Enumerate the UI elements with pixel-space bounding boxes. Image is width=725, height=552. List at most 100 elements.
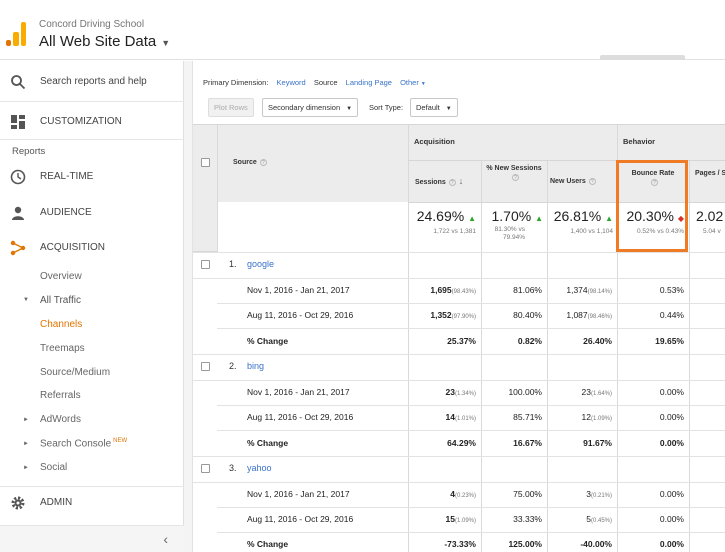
cell-bounce-rate-change: 19.65% <box>655 336 684 346</box>
sidebar-item-search-console[interactable]: Search Console NEW <box>40 438 127 449</box>
summary-sessions: 24.69% ▲ <box>408 208 476 224</box>
row-checkbox[interactable] <box>201 260 210 269</box>
cell-bounce-rate: 0.00% <box>659 489 684 499</box>
cell-new-sessions-change: 125.00% <box>508 539 542 549</box>
dashboard-icon <box>11 115 25 129</box>
cell-sessions-change: 64.29% <box>447 438 476 448</box>
cell-percent: (98.46%) <box>587 314 612 320</box>
search-icon <box>11 75 26 90</box>
plot-rows-button[interactable]: Plot Rows <box>208 98 254 117</box>
cell-new-sessions: 100.00% <box>508 387 542 397</box>
secondary-dimension-dropdown[interactable]: Secondary dimension ▼ <box>262 98 359 117</box>
caret-right-icon: ► <box>23 465 29 471</box>
dimension-landing-page-link[interactable]: Landing Page <box>346 78 392 87</box>
cell-percent: (0.21%) <box>590 493 612 499</box>
cell-percent: (1.34%) <box>454 391 476 397</box>
dimension-source-current: Source <box>313 78 338 87</box>
data-table: Source? Acquisition Behavior Sessions? ↓ … <box>193 124 725 552</box>
cell-percent: (0.45%) <box>590 518 612 524</box>
sidebar-collapse-button[interactable]: ‹ <box>0 525 184 552</box>
sidebar-item-treemaps[interactable]: Treemaps <box>40 343 85 354</box>
sidebar-item-adwords[interactable]: AdWords <box>40 414 81 425</box>
cell-value: 1,695 <box>430 285 452 295</box>
sidebar-item-all-traffic[interactable]: All Traffic <box>40 295 81 306</box>
gear-icon <box>11 496 25 510</box>
property-selector[interactable]: All Web Site Data ▼ <box>39 33 170 50</box>
primary-dimension-bar: Primary Dimension: Keyword Source Landin… <box>203 78 426 87</box>
cell-value: 15 <box>445 514 455 524</box>
sidebar-item-referrals[interactable]: Referrals <box>40 390 81 401</box>
sidebar-item-channels[interactable]: Channels <box>40 319 82 330</box>
dimension-keyword-link[interactable]: Keyword <box>277 78 306 87</box>
column-header-pages-session[interactable]: Pages / Session <box>695 169 725 178</box>
percent-change-label: % Change <box>247 438 289 448</box>
help-icon[interactable]: ? <box>259 158 267 166</box>
select-all-checkbox[interactable] <box>201 158 210 167</box>
summary-value: 24.69% <box>416 208 465 224</box>
chevron-left-icon: ‹ <box>163 531 168 547</box>
sidebar-item-admin[interactable]: ADMIN <box>0 494 184 512</box>
sidebar-item-realtime[interactable]: REAL-TIME <box>0 168 184 186</box>
column-header-source[interactable]: Source? <box>233 158 267 167</box>
search-reports-placeholder: Search reports and help <box>40 76 147 87</box>
cell-sessions: 4(0.23%) <box>408 489 476 499</box>
cell-sessions-change: 25.37% <box>447 336 476 346</box>
arrow-up-icon: ▲ <box>468 214 476 223</box>
sidebar-item-label: AUDIENCE <box>40 207 92 218</box>
row-index: 1. <box>229 259 237 269</box>
cell-bounce-rate: 0.53% <box>659 285 684 295</box>
sidebar-item-audience[interactable]: AUDIENCE <box>0 204 184 222</box>
sidebar-item-acquisition[interactable]: ACQUISITION <box>0 239 184 257</box>
cell-sessions: 1,352(97.90%) <box>408 310 476 320</box>
caret-down-icon: ▼ <box>161 38 171 48</box>
column-header-new-users[interactable]: New Users? <box>550 177 596 186</box>
date-range-label: Nov 1, 2016 - Jan 21, 2017 <box>247 285 350 295</box>
help-icon[interactable]: ? <box>448 178 456 186</box>
source-link-bing[interactable]: bing <box>247 361 264 371</box>
sort-type-value: Default <box>416 103 440 112</box>
column-header-label: Sessions <box>415 179 446 186</box>
source-link-google[interactable]: google <box>247 259 274 269</box>
cell-percent: (0.23%) <box>454 493 476 499</box>
summary-sessions-compare: 1,722 vs 1,381 <box>433 228 476 235</box>
cell-percent: (1.09%) <box>454 518 476 524</box>
column-header-new-sessions[interactable]: % New Sessions? <box>486 164 542 182</box>
cell-bounce-rate-change: 0.00% <box>659 539 684 549</box>
sort-type-dropdown[interactable]: Default ▼ <box>410 98 458 117</box>
cell-percent: (97.90%) <box>451 314 476 320</box>
date-range-label: Aug 11, 2016 - Oct 29, 2016 <box>247 514 354 524</box>
cell-new-users: 23(1.64%) <box>547 387 612 397</box>
sidebar-search[interactable]: Search reports and help <box>0 73 184 91</box>
source-link-yahoo[interactable]: yahoo <box>247 463 272 473</box>
percent-change-label: % Change <box>247 336 289 346</box>
cell-value: 1,374 <box>566 285 588 295</box>
sidebar-item-overview[interactable]: Overview <box>40 271 82 282</box>
cell-sessions-change: -73.33% <box>444 539 476 549</box>
sidebar-item-customization[interactable]: CUSTOMIZATION <box>0 113 184 131</box>
cell-percent: (1.01%) <box>454 416 476 422</box>
dimension-other-dropdown[interactable]: Other ▼ <box>400 78 426 87</box>
sidebar-scrollbar[interactable] <box>184 61 193 552</box>
cell-new-users: 3(0.21%) <box>547 489 612 499</box>
summary-pages-session-compare: 5.04 v <box>703 228 721 235</box>
sidebar-item-social[interactable]: Social <box>40 462 67 473</box>
caret-down-icon: ▼ <box>420 81 426 87</box>
analytics-logo-icon[interactable] <box>6 22 26 46</box>
cell-bounce-rate: 0.00% <box>659 514 684 524</box>
help-icon[interactable]: ? <box>512 173 519 181</box>
group-header-behavior: Behavior <box>623 137 656 146</box>
row-checkbox[interactable] <box>201 464 210 473</box>
sidebar-item-label: Search Console <box>40 438 112 450</box>
cell-sessions: 14(1.01%) <box>408 412 476 422</box>
sidebar-item-label: ADMIN <box>40 497 73 508</box>
cell-new-sessions: 81.06% <box>513 285 542 295</box>
sidebar-item-source-medium[interactable]: Source/Medium <box>40 367 110 378</box>
cell-bounce-rate-change: 0.00% <box>659 438 684 448</box>
cell-bounce-rate: 0.00% <box>659 412 684 422</box>
primary-dimension-label: Primary Dimension: <box>203 78 269 87</box>
sort-arrow-down-icon[interactable]: ↓ <box>459 176 464 186</box>
help-icon[interactable]: ? <box>588 177 596 185</box>
column-header-sessions[interactable]: Sessions? ↓ <box>415 177 463 187</box>
date-range-label: Nov 1, 2016 - Jan 21, 2017 <box>247 489 350 499</box>
row-checkbox[interactable] <box>201 362 210 371</box>
